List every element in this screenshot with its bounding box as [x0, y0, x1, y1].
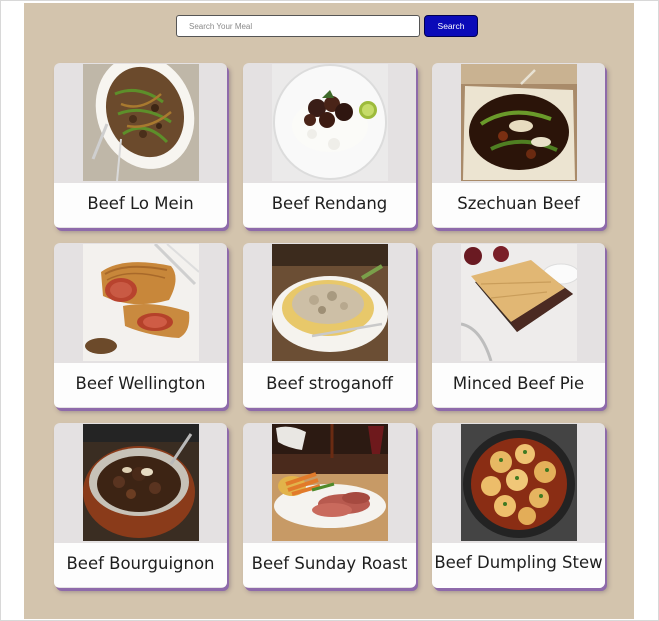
meal-card[interactable]: Beef Rendang	[243, 63, 416, 228]
meal-thumbnail	[83, 244, 199, 361]
meal-label-box: Beef Rendang	[243, 183, 416, 227]
meal-card[interactable]: Beef stroganoff	[243, 243, 416, 408]
beef-wellington-photo	[83, 244, 199, 361]
meal-card[interactable]: Beef Bourguignon	[54, 423, 227, 588]
meal-thumbnail	[461, 244, 577, 361]
meal-card[interactable]: Beef Dumpling Stew	[432, 423, 605, 588]
meal-label-box: Beef Wellington	[54, 363, 227, 407]
meal-thumbnail	[83, 424, 199, 541]
search-button[interactable]: Search	[424, 15, 478, 37]
search-bar: Search	[176, 15, 478, 37]
meal-title: Beef Wellington	[75, 374, 206, 393]
meal-label-box: Minced Beef Pie	[432, 363, 605, 407]
meal-title: Beef Lo Mein	[87, 194, 194, 213]
meal-title: Beef Bourguignon	[66, 554, 215, 573]
meal-thumbnail	[272, 64, 388, 181]
meal-card[interactable]: Beef Lo Mein	[54, 63, 227, 228]
meal-thumbnail	[461, 424, 577, 541]
meal-label-box: Beef Bourguignon	[54, 543, 227, 587]
search-input[interactable]	[176, 15, 420, 37]
meal-thumbnail	[461, 64, 577, 181]
meal-label-box: Beef Lo Mein	[54, 183, 227, 227]
meal-title: Beef Rendang	[271, 194, 388, 213]
meal-thumbnail	[272, 424, 388, 541]
meal-title: Minced Beef Pie	[452, 374, 585, 393]
meal-title: Beef Sunday Roast	[251, 554, 408, 573]
meal-label-box: Beef Dumpling Stew	[432, 543, 605, 588]
meal-thumbnail	[83, 64, 199, 181]
meal-label-box: Beef Sunday Roast	[243, 543, 416, 587]
meal-finder-page: Search Beef Lo Mein	[24, 3, 634, 619]
minced-beef-pie-photo	[461, 244, 577, 361]
meal-label-box: Szechuan Beef	[432, 183, 605, 227]
beef-dumpling-stew-photo	[461, 424, 577, 541]
meal-grid: Beef Lo Mein Beef Rendang Szechuan Beef …	[54, 63, 605, 588]
meal-card[interactable]: Szechuan Beef	[432, 63, 605, 228]
beef-rendang-photo	[272, 64, 388, 181]
meal-card[interactable]: Minced Beef Pie	[432, 243, 605, 408]
beef-lo-mein-photo	[83, 64, 199, 181]
meal-title: Beef Dumpling Stew	[434, 553, 603, 572]
meal-label-box: Beef stroganoff	[243, 363, 416, 407]
meal-title: Szechuan Beef	[457, 194, 580, 213]
beef-stroganoff-photo	[272, 244, 388, 361]
beef-bourguignon-photo	[83, 424, 199, 541]
meal-title: Beef stroganoff	[266, 374, 393, 393]
beef-sunday-roast-photo	[272, 424, 388, 541]
szechuan-beef-photo	[461, 64, 577, 181]
meal-card[interactable]: Beef Sunday Roast	[243, 423, 416, 588]
meal-thumbnail	[272, 244, 388, 361]
meal-card[interactable]: Beef Wellington	[54, 243, 227, 408]
